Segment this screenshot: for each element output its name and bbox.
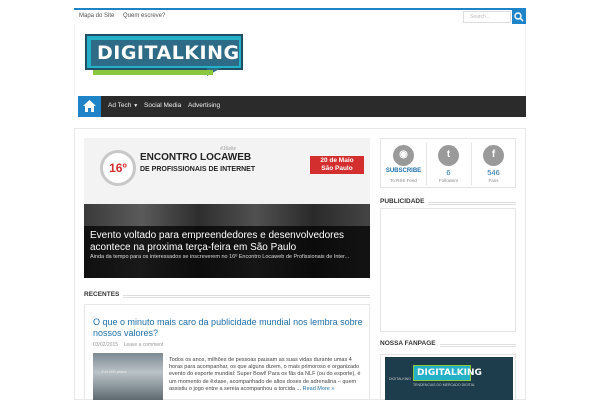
post-excerpt: Todos os anos, milhões de pessoas pausam… [169, 357, 365, 393]
read-more-link[interactable]: Read More » [303, 386, 335, 392]
facebook-count: 546 [487, 168, 500, 177]
fanpage-heading: NOSSA FANPAGE [380, 340, 516, 350]
event-banner: #16elw 16º ENCONTRO LOCAWEB DE PROFISSIO… [84, 138, 370, 204]
fanpage-cover[interactable]: DIGITALKING DIGITALKING TENDENCIAS DO ME… [385, 357, 513, 400]
facebook-label: Fans [488, 178, 499, 183]
nav-item-adtech[interactable]: Ad Tech ▼ [108, 102, 138, 109]
search-icon [514, 12, 524, 22]
post-comment-link[interactable]: Leave a comment [124, 342, 164, 348]
search-button[interactable] [512, 10, 526, 24]
twitter-count: 6 [446, 168, 451, 177]
rss-glyph: ◉ [399, 149, 408, 160]
fanpage-subtitle: TENDENCIAS DO MERCADO DIGITAL [413, 383, 475, 387]
nav-item-label: Ad Tech [108, 102, 132, 109]
rss-subscribe: SUBSCRIBE [385, 168, 422, 174]
rss-label: To RSS Feed [390, 178, 417, 183]
event-title: ENCONTRO LOCAWEB [140, 152, 252, 163]
twitter-glyph: t [446, 149, 451, 160]
site-logo[interactable]: DIGITALKING [85, 34, 245, 78]
home-icon [83, 100, 96, 112]
event-badge-text: 16º [109, 161, 127, 175]
recentes-label: RECENTES [84, 291, 124, 298]
recent-post: O que o minuto mais caro da publicidade … [84, 304, 370, 400]
top-link-sitemap[interactable]: Mapa do Site [79, 13, 114, 19]
event-date-box: 20 de Maio São Paulo [310, 156, 364, 174]
fanpage-logo: DIGITALKING [413, 365, 482, 381]
logo-text: DIGITALKING [97, 42, 240, 64]
publicidade-label: PUBLICIDADE [380, 198, 429, 205]
post-meta: 03/02/2015 Leave a comment [93, 342, 163, 348]
home-button[interactable] [78, 96, 101, 117]
social-rss[interactable]: ◉ SUBSCRIBE To RSS Feed [381, 139, 426, 189]
fanpage-label: NOSSA FANPAGE [380, 340, 440, 347]
rss-icon: ◉ [393, 145, 414, 166]
nav-item-social-media[interactable]: Social Media [144, 102, 181, 109]
top-bar: Mapa do Site Quem escreve? Search... [74, 8, 526, 24]
logo-frame: DIGITALKING [85, 34, 243, 70]
post-thumbnail[interactable]: ... it in 100 years [93, 353, 163, 400]
facebook-icon: f [483, 145, 504, 166]
event-city: São Paulo [321, 165, 353, 172]
top-link-authors[interactable]: Quem escreve? [123, 13, 165, 19]
social-twitter[interactable]: t 6 Followers [426, 139, 471, 189]
site-header: DIGITALKING [74, 24, 526, 96]
ad-widget [380, 208, 516, 332]
event-badge: 16º [100, 150, 136, 186]
main-nav: Ad Tech ▼ Social Media Advertising [78, 96, 526, 117]
thumb-text: ... it in 100 years [97, 369, 127, 374]
facebook-glyph: f [491, 149, 496, 160]
slide-title[interactable]: Evento voltado para empreendedores e des… [90, 230, 366, 254]
caret-down-icon: ▼ [133, 103, 139, 109]
social-facebook[interactable]: f 546 Fans [471, 139, 516, 189]
featured-slider[interactable]: #16elw 16º ENCONTRO LOCAWEB DE PROFISSIO… [84, 138, 370, 278]
event-date: 20 de Maio [320, 157, 354, 164]
post-date: 03/02/2015 [93, 342, 119, 348]
logo-underline [93, 70, 213, 75]
slide-excerpt: Ainda da tempo para os interessados se i… [90, 254, 350, 260]
recentes-heading: RECENTES [84, 291, 370, 301]
social-counters: ◉ SUBSCRIBE To RSS Feed t 6 Followers f … [380, 138, 516, 188]
search-input[interactable]: Search... [463, 11, 511, 23]
fanpage-tag: DIGITALKING [389, 377, 411, 381]
fanpage-widget: DIGITALKING DIGITALKING TENDENCIAS DO ME… [380, 354, 516, 400]
post-title[interactable]: O que o minuto mais caro da publicidade … [93, 317, 363, 339]
nav-item-advertising[interactable]: Advertising [188, 102, 220, 109]
twitter-label: Followers [438, 178, 459, 183]
publicidade-heading: PUBLICIDADE [380, 198, 516, 208]
fanpage-logo-text: DIGITALKING [417, 368, 482, 378]
twitter-icon: t [438, 145, 459, 166]
section-divider [84, 295, 370, 298]
event-subtitle: DE PROFISSIONAIS DE INTERNET [140, 166, 256, 173]
